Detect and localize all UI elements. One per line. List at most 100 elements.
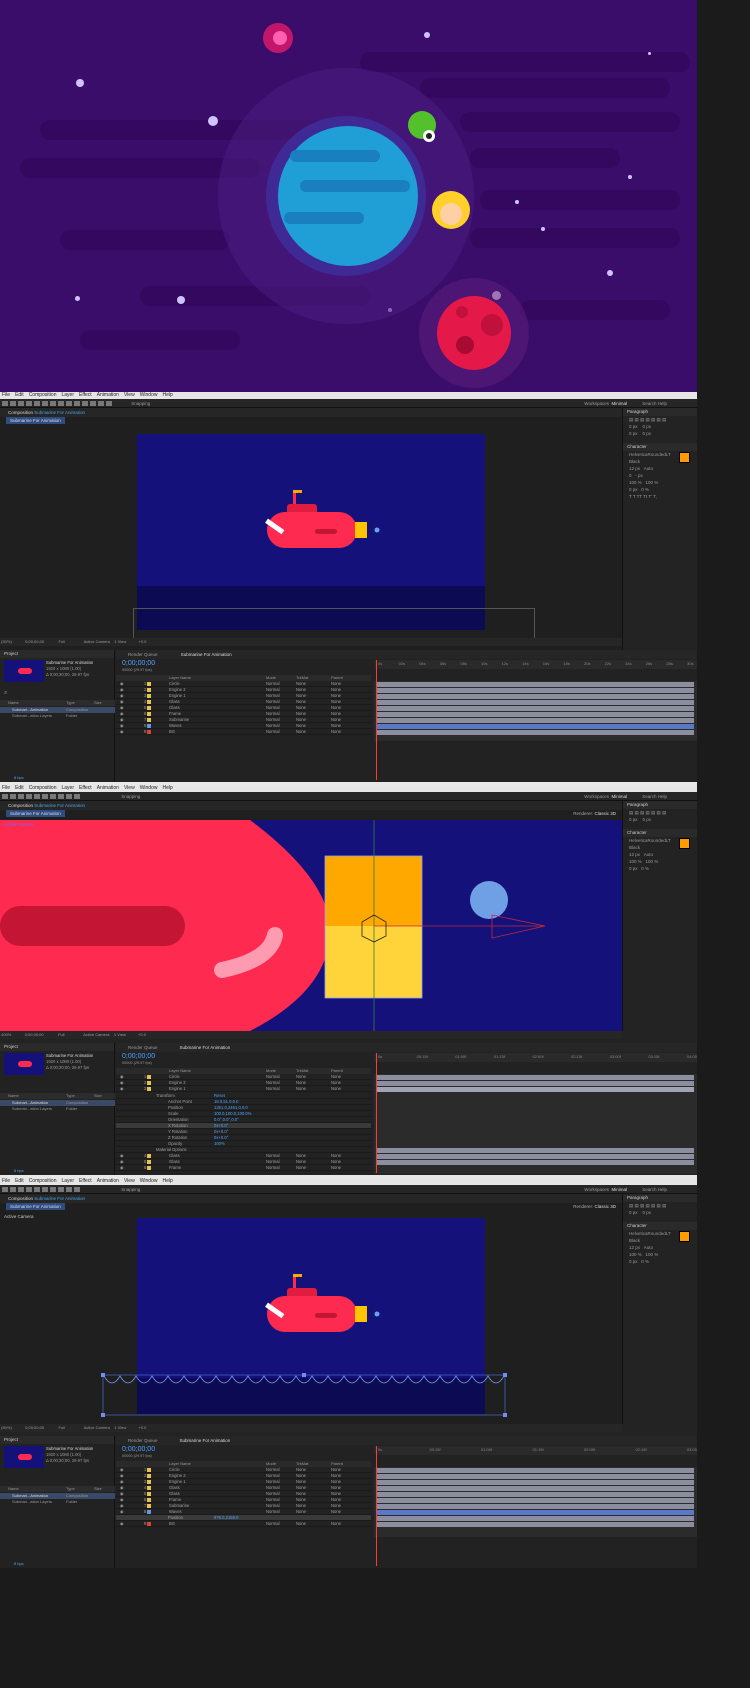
layer-label-color[interactable] (147, 1087, 151, 1091)
type-tool-icon[interactable] (66, 401, 72, 407)
layer-label-color[interactable] (147, 1468, 151, 1472)
layer-name[interactable]: BG (169, 729, 175, 735)
trkmat-dropdown[interactable]: None (296, 1086, 306, 1092)
exposure-value[interactable]: +0.0 (138, 639, 146, 644)
comp-tab[interactable]: Submarine For Animation (6, 1203, 65, 1210)
project-item-folder[interactable]: Submari...ation Layers Folder (0, 713, 115, 719)
visibility-eye-icon[interactable]: ◉ (120, 1521, 124, 1527)
menu-view[interactable]: View (124, 785, 135, 791)
blend-mode-dropdown[interactable]: Normal (266, 729, 280, 735)
layer-duration-bar[interactable] (376, 1516, 694, 1521)
render-queue-tab[interactable]: Render Queue (128, 1438, 158, 1443)
camera-tool-icon[interactable] (34, 401, 40, 407)
playhead[interactable] (376, 1446, 377, 1566)
menu-help[interactable]: Help (162, 392, 172, 398)
zoom-dropdown[interactable]: 400% (1, 1032, 11, 1037)
comp-tab[interactable]: Submarine For Animation (6, 417, 65, 424)
current-time[interactable]: 0;00;00;00 (25, 1032, 44, 1037)
layer-duration-bar[interactable] (376, 1522, 694, 1527)
blend-mode-dropdown[interactable]: Normal (266, 1165, 280, 1171)
layer-duration-bar[interactable] (376, 688, 694, 693)
selection-tool-icon[interactable] (2, 794, 8, 800)
menu-edit[interactable]: Edit (15, 785, 24, 791)
layer-row[interactable]: ◉ 9 BG Normal None None (116, 1521, 371, 1527)
camera-tool-icon[interactable] (34, 1187, 40, 1193)
layer-name[interactable]: BG (169, 1521, 175, 1527)
parent-dropdown[interactable]: None (331, 1086, 341, 1092)
menu-window[interactable]: Window (140, 392, 158, 398)
layer-label-color[interactable] (147, 1498, 151, 1502)
layer-duration-bar[interactable] (376, 730, 694, 735)
visibility-eye-icon[interactable]: ◉ (120, 1165, 124, 1171)
menu-view[interactable]: View (124, 392, 135, 398)
comp-stage-zoomed[interactable]: Active Camera (0, 820, 622, 1031)
layer-label-color[interactable] (147, 1081, 151, 1085)
type-tool-icon[interactable] (66, 1187, 72, 1193)
menu-window[interactable]: Window (140, 785, 158, 791)
parent-dropdown[interactable]: None (331, 729, 341, 735)
workspaces-label[interactable]: Workspaces Minimal (584, 399, 627, 408)
exposure-value[interactable]: +0.0 (138, 1425, 146, 1430)
menu-layer[interactable]: Layer (61, 392, 74, 398)
menu-animation[interactable]: Animation (97, 1178, 119, 1184)
layer-label-color[interactable] (147, 730, 151, 734)
pen-tool-icon[interactable] (58, 1187, 64, 1193)
menu-effect[interactable]: Effect (79, 1178, 92, 1184)
fill-color-swatch[interactable] (679, 838, 690, 849)
hand-tool-icon[interactable] (10, 1187, 16, 1193)
pen-tool-icon[interactable] (58, 401, 64, 407)
blend-mode-dropdown[interactable]: Normal (266, 1086, 280, 1092)
layer-duration-bar[interactable] (376, 712, 694, 717)
shape-tool-icon[interactable] (50, 1187, 56, 1193)
blend-mode-dropdown[interactable]: Normal (266, 1521, 280, 1527)
views-dropdown[interactable]: 1 View (114, 1032, 126, 1037)
layer-label-color[interactable] (147, 1075, 151, 1079)
timeline-timecode[interactable]: 0;00;00;00 (122, 1053, 155, 1060)
camera-tool-icon[interactable] (34, 794, 40, 800)
layer-duration-bar[interactable] (376, 1486, 694, 1491)
layer-label-color[interactable] (147, 694, 151, 698)
layer-row[interactable]: ◉ 6 Frame Normal None None (116, 1165, 371, 1171)
resolution-dropdown[interactable]: Full (59, 1425, 65, 1430)
layer-label-color[interactable] (147, 718, 151, 722)
layer-duration-bar[interactable] (376, 1480, 694, 1485)
pan-tool-icon[interactable] (42, 401, 48, 407)
trkmat-dropdown[interactable]: None (296, 729, 306, 735)
comp-tab[interactable]: Submarine For Animation (6, 810, 65, 817)
layer-label-color[interactable] (147, 1492, 151, 1496)
layer-duration-bar[interactable] (376, 682, 694, 687)
search-help[interactable]: Search Help (642, 1185, 667, 1194)
layer-label-color[interactable] (147, 1486, 151, 1490)
menu-effect[interactable]: Effect (79, 392, 92, 398)
align-buttons[interactable]: ▤ ▤ ▤ ▤ ▤ ▤ ▤ (623, 416, 697, 423)
timeline-timecode[interactable]: 0;00;00;00 (122, 660, 155, 667)
views-dropdown[interactable]: 1 View (114, 639, 126, 644)
render-queue-tab[interactable]: Render Queue (128, 1045, 158, 1050)
zoom-tool-icon[interactable] (18, 401, 24, 407)
project-item-folder[interactable]: Submari...ation Layers Folder (0, 1106, 115, 1112)
selection-tool-icon[interactable] (2, 1187, 8, 1193)
exposure-value[interactable]: +0.0 (138, 1032, 146, 1037)
rotate-tool-icon[interactable] (26, 401, 32, 407)
layer-label-color[interactable] (147, 1154, 151, 1158)
trkmat-dropdown[interactable]: None (296, 1521, 306, 1527)
hand-tool-icon[interactable] (10, 794, 16, 800)
search-help[interactable]: Search Help (642, 399, 667, 408)
playhead[interactable] (376, 1053, 377, 1173)
layer-duration-bar[interactable] (376, 1474, 694, 1479)
menu-animation[interactable]: Animation (97, 785, 119, 791)
zoom-tool-icon[interactable] (18, 794, 24, 800)
layer-duration-bar[interactable] (376, 1504, 694, 1509)
puppet-tool-icon[interactable] (106, 401, 112, 407)
menu-help[interactable]: Help (162, 1178, 172, 1184)
search-help[interactable]: Search Help (642, 792, 667, 801)
brush-tool-icon[interactable] (74, 401, 80, 407)
camera-dropdown[interactable]: Active Camera (84, 639, 110, 644)
layer-label-color[interactable] (147, 1474, 151, 1478)
layer-duration-bar[interactable] (376, 724, 694, 729)
zoom-dropdown[interactable]: (50%) (1, 639, 12, 644)
layer-label-color[interactable] (147, 1504, 151, 1508)
layer-duration-bar[interactable] (376, 1492, 694, 1497)
visibility-eye-icon[interactable]: ◉ (120, 1086, 124, 1092)
menu-window[interactable]: Window (140, 1178, 158, 1184)
